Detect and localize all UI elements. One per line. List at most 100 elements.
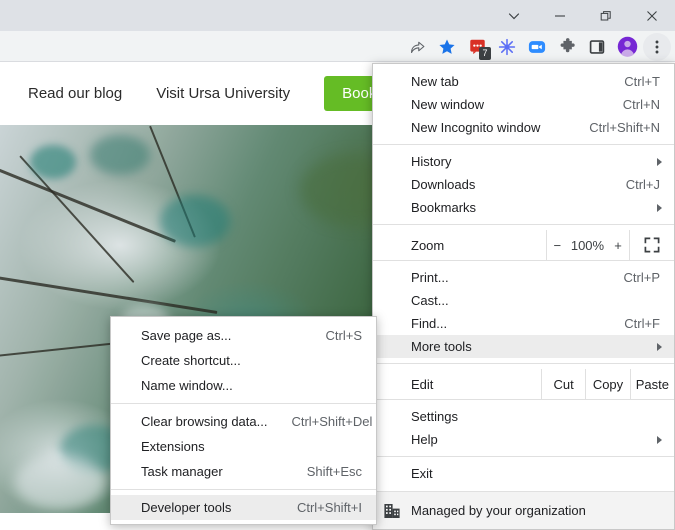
menu-item-accelerator: Shift+Esc	[306, 464, 362, 479]
submenu-item-clear-browsing-data[interactable]: Clear browsing data... Ctrl+Shift+Del	[111, 409, 376, 434]
organization-building-icon	[384, 503, 400, 518]
menu-item-accelerator: Ctrl+Shift+Del	[291, 414, 373, 429]
share-button[interactable]	[403, 33, 431, 61]
menu-separator	[373, 399, 674, 400]
nav-link-read-our-blog[interactable]: Read our blog	[28, 85, 122, 102]
fullscreen-button[interactable]	[628, 230, 674, 260]
menu-separator	[373, 144, 674, 145]
menu-item-settings[interactable]: Settings	[373, 405, 674, 428]
bookmark-star-button[interactable]	[433, 33, 461, 61]
extensions-puzzle-button[interactable]	[553, 33, 581, 61]
three-dot-menu-icon	[655, 40, 659, 53]
extension-asterisk-button[interactable]	[493, 33, 521, 61]
menu-item-accelerator: Ctrl+T	[624, 74, 660, 89]
close-button[interactable]	[629, 0, 675, 31]
menu-item-label: Task manager	[141, 464, 223, 479]
nav-link-visit-ursa-university[interactable]: Visit Ursa University	[156, 85, 290, 102]
menu-item-label: Help	[411, 432, 438, 447]
submenu-item-task-manager[interactable]: Task manager Shift+Esc	[111, 459, 376, 484]
submenu-arrow-icon	[657, 435, 662, 444]
tab-strip	[0, 0, 675, 31]
menu-item-label: Clear browsing data...	[141, 414, 268, 429]
submenu-item-save-page-as[interactable]: Save page as... Ctrl+S	[111, 323, 376, 348]
zoom-out-button[interactable]: −	[546, 230, 568, 260]
menu-item-label: Downloads	[411, 177, 476, 192]
menu-item-new-tab[interactable]: New tab Ctrl+T	[373, 70, 674, 93]
menu-item-label: New tab	[411, 74, 459, 89]
chevron-down-icon	[508, 12, 520, 19]
browser-window: 7 Read our blog Visit Ursa University Bo…	[0, 0, 675, 530]
window-controls	[491, 0, 675, 31]
extension-messages-button[interactable]: 7	[463, 33, 491, 61]
share-icon	[410, 41, 424, 54]
more-tools-submenu: Save page as... Ctrl+S Create shortcut..…	[110, 316, 377, 525]
menu-item-print[interactable]: Print... Ctrl+P	[373, 266, 674, 289]
menu-item-label: Create shortcut...	[141, 353, 241, 368]
chrome-main-menu: New tab Ctrl+T New window Ctrl+N New Inc…	[372, 63, 675, 530]
menu-item-history[interactable]: History	[373, 150, 674, 173]
submenu-item-extensions[interactable]: Extensions	[111, 434, 376, 459]
menu-item-downloads[interactable]: Downloads Ctrl+J	[373, 173, 674, 196]
menu-item-find[interactable]: Find... Ctrl+F	[373, 312, 674, 335]
menu-item-label: Bookmarks	[411, 200, 477, 215]
menu-item-label: New Incognito window	[411, 120, 541, 135]
menu-item-accelerator: Ctrl+F	[624, 316, 660, 331]
menu-separator	[373, 260, 674, 261]
menu-item-label: Exit	[411, 466, 433, 481]
profile-avatar-button[interactable]	[613, 33, 641, 61]
menu-item-new-incognito-window[interactable]: New Incognito window Ctrl+Shift+N	[373, 116, 674, 139]
side-panel-button[interactable]	[583, 33, 611, 61]
menu-item-more-tools[interactable]: More tools	[373, 335, 674, 358]
menu-item-accelerator: Ctrl+P	[623, 270, 660, 285]
leaf-cluster	[90, 135, 150, 175]
menu-item-label: Extensions	[141, 439, 205, 454]
managed-by-organization-label: Managed by your organization	[411, 503, 586, 518]
toolbar-action-icons: 7	[403, 31, 671, 62]
zoom-meeting-button[interactable]	[523, 33, 551, 61]
submenu-item-name-window[interactable]: Name window...	[111, 373, 376, 398]
submenu-arrow-icon	[657, 342, 662, 351]
browser-toolbar: 7	[0, 31, 675, 62]
submenu-arrow-icon	[657, 157, 662, 166]
managed-by-organization-footer[interactable]: Managed by your organization	[373, 491, 674, 529]
cut-button[interactable]: Cut	[541, 369, 585, 399]
menu-separator	[373, 456, 674, 457]
zoom-row: Zoom − 100% +	[373, 230, 674, 260]
fullscreen-icon	[644, 237, 660, 253]
menu-item-new-window[interactable]: New window Ctrl+N	[373, 93, 674, 116]
zoom-level-value: 100%	[570, 237, 605, 253]
maximize-button[interactable]	[583, 0, 629, 31]
copy-button[interactable]: Copy	[585, 369, 629, 399]
paste-button[interactable]: Paste	[629, 369, 674, 399]
menu-item-bookmarks[interactable]: Bookmarks	[373, 196, 674, 219]
menu-item-label: Cast...	[411, 293, 449, 308]
sky-gap	[15, 455, 105, 510]
menu-separator	[111, 403, 376, 404]
close-icon	[647, 10, 657, 21]
menu-item-label: Name window...	[141, 378, 233, 393]
tab-search-button[interactable]	[491, 0, 537, 31]
submenu-item-developer-tools[interactable]: Developer tools Ctrl+Shift+I	[111, 495, 376, 520]
menu-separator	[111, 489, 376, 490]
menu-item-label: Find...	[411, 316, 448, 331]
edit-label: Edit	[411, 376, 434, 392]
edit-row: Edit Cut Copy Paste	[373, 369, 674, 399]
menu-item-label: Save page as...	[141, 328, 232, 343]
menu-item-label: More tools	[411, 339, 472, 354]
menu-item-exit[interactable]: Exit	[373, 462, 674, 485]
minimize-button[interactable]	[537, 0, 583, 31]
menu-item-accelerator: Ctrl+N	[622, 97, 660, 112]
submenu-item-create-shortcut[interactable]: Create shortcut...	[111, 348, 376, 373]
menu-item-cast[interactable]: Cast...	[373, 289, 674, 312]
extension-asterisk-icon	[498, 38, 516, 55]
submenu-arrow-icon	[657, 203, 662, 212]
chrome-menu-button[interactable]	[643, 32, 671, 61]
zoom-in-button[interactable]: +	[607, 230, 628, 260]
branch-decor	[0, 275, 218, 314]
zoom-label: Zoom	[411, 237, 445, 253]
menu-item-accelerator: Ctrl+Shift+N	[589, 120, 660, 135]
profile-avatar-icon	[617, 36, 637, 57]
restore-icon	[600, 10, 611, 20]
extension-badge-count: 7	[479, 46, 491, 60]
menu-item-help[interactable]: Help	[373, 428, 674, 451]
